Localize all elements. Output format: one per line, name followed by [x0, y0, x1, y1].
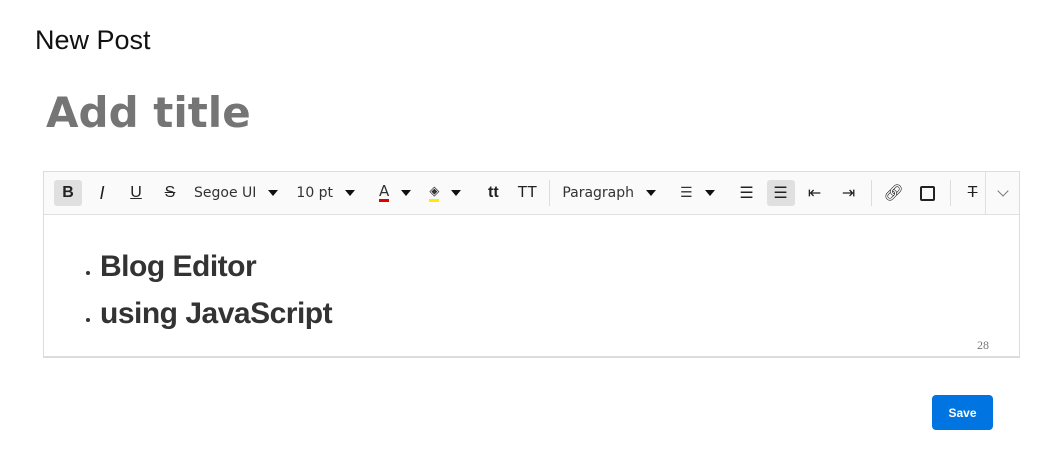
divider: [549, 180, 551, 206]
outdent-button[interactable]: ⇤: [801, 180, 829, 206]
insert-link-button[interactable]: 🔗︎: [880, 180, 908, 206]
font-size-dropdown[interactable]: 10 pt: [296, 185, 356, 201]
page-title: New Post: [35, 25, 151, 55]
format-dropdown[interactable]: Paragraph: [562, 185, 657, 201]
bold-button[interactable]: B: [54, 180, 82, 206]
unordered-list-icon: ☰: [773, 185, 788, 202]
caret-down-icon: [345, 190, 356, 196]
caret-down-icon: [401, 190, 412, 196]
rich-text-editor: B I U S Segoe UI 10 pt A ◈ tt TT Paragra…: [43, 171, 1020, 358]
underline-button[interactable]: U: [122, 180, 150, 206]
caret-down-icon: [268, 190, 279, 196]
font-color-icon: A: [379, 182, 390, 202]
expand-toolbar-button[interactable]: [985, 172, 1019, 214]
image-icon: [920, 185, 936, 201]
clear-format-icon: T: [967, 184, 978, 201]
unordered-list-button[interactable]: ☰: [766, 180, 795, 206]
italic-button[interactable]: I: [88, 180, 116, 206]
alignment-dropdown[interactable]: ☰: [680, 185, 715, 201]
ordered-list-icon: ☰: [739, 185, 754, 202]
save-button[interactable]: Save: [932, 395, 993, 430]
clear-format-button[interactable]: T: [959, 180, 987, 206]
caret-down-icon: [646, 190, 657, 196]
lowercase-button[interactable]: tt: [479, 180, 507, 206]
editor-toolbar: B I U S Segoe UI 10 pt A ◈ tt TT Paragra…: [44, 172, 1019, 215]
indent-icon: ⇥: [841, 185, 856, 202]
divider: [870, 180, 872, 206]
character-count: 28: [977, 338, 989, 352]
ordered-list-button[interactable]: ☰: [733, 180, 761, 206]
caret-down-icon: [704, 190, 715, 196]
post-title-input[interactable]: [46, 88, 946, 137]
list-item: using JavaScript: [100, 290, 1019, 337]
chevron-down-icon: [996, 185, 1009, 197]
insert-image-button[interactable]: [914, 180, 942, 206]
outdent-icon: ⇤: [807, 185, 822, 202]
align-left-icon: ☰: [680, 185, 693, 201]
caret-down-icon: [451, 190, 462, 196]
divider: [949, 180, 951, 206]
strikethrough-button[interactable]: S: [156, 180, 184, 206]
list-item: Blog Editor: [100, 243, 1019, 290]
indent-button[interactable]: ⇥: [835, 180, 863, 206]
font-name-dropdown[interactable]: Segoe UI: [194, 185, 279, 201]
paint-bucket-icon: ◈: [429, 184, 440, 202]
editor-content[interactable]: Blog Editor using JavaScript: [44, 215, 1019, 337]
uppercase-button[interactable]: TT: [513, 180, 541, 206]
link-icon: 🔗︎: [883, 185, 904, 202]
background-color-dropdown[interactable]: ◈: [429, 184, 462, 202]
font-color-dropdown[interactable]: A: [379, 182, 412, 202]
